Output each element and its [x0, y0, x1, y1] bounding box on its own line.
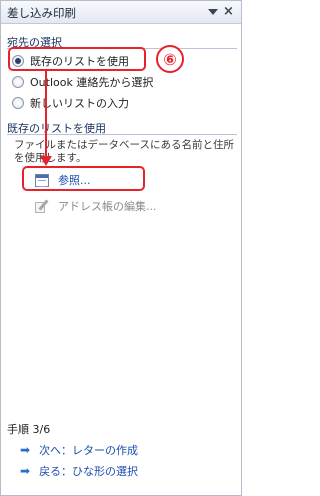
annotation-highlight-existing-list	[8, 47, 146, 71]
annotation-connector	[40, 69, 52, 166]
annotation-step-number: ⑥	[156, 45, 184, 73]
annotation-highlight-browse	[22, 166, 145, 191]
